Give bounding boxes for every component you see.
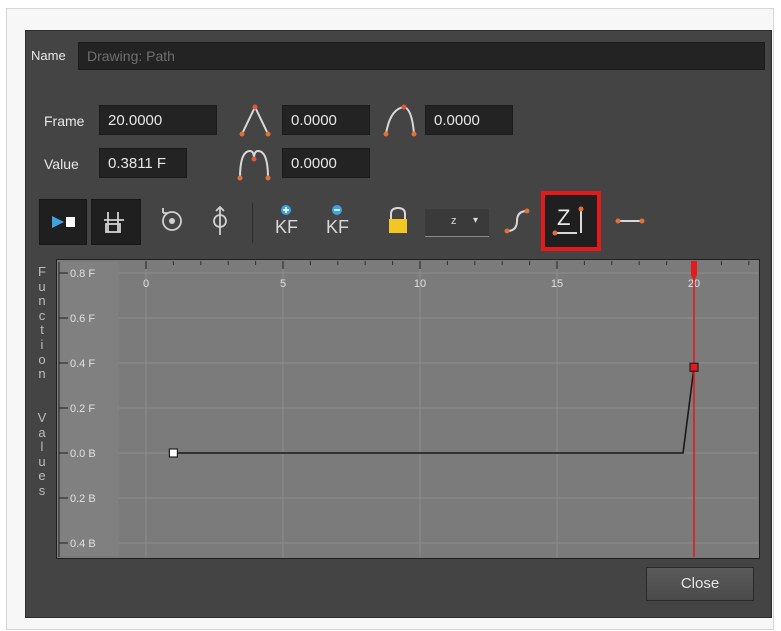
constant-segment-icon: Z	[552, 205, 584, 236]
function-values-label: Function Values	[37, 264, 47, 498]
bezier-button[interactable]	[499, 199, 535, 245]
ease-in-icon	[238, 101, 272, 142]
name-label: Name	[31, 48, 66, 63]
y-tick-label: 0.4 B	[70, 538, 96, 550]
waypoint-button[interactable]	[91, 199, 141, 245]
ease-in-field[interactable]: 0.0000	[282, 105, 370, 135]
value-label: Value	[44, 156, 79, 172]
continuity-field[interactable]: 0.0000	[282, 148, 370, 178]
function-editor-dialog: Name Drawing: Path Frame 20.0000 0.0000 …	[25, 30, 772, 618]
linear-button[interactable]	[610, 199, 650, 245]
lock-icon	[389, 206, 407, 233]
add-keyframe-button[interactable]: KF	[266, 199, 308, 245]
add-keyframe-label: KF	[275, 217, 299, 237]
x-tick-label: 10	[414, 278, 426, 290]
constant-segment-button[interactable]: Z	[541, 191, 601, 251]
rotate-icon	[162, 208, 182, 231]
remove-keyframe-label: KF	[326, 217, 350, 237]
y-tick-label: 0.4 F	[70, 358, 95, 370]
continuity-icon	[236, 145, 272, 186]
frame-label: Frame	[44, 113, 85, 129]
frame-field[interactable]: 20.0000	[99, 105, 217, 135]
constant-segment-glyph: Z	[557, 205, 570, 230]
ease-out-field[interactable]: 0.0000	[425, 105, 513, 135]
x-tick-label: 0	[143, 278, 149, 290]
axis-dropdown[interactable]: z ▾	[425, 209, 489, 237]
x-tick-label: 15	[551, 278, 563, 290]
position-button[interactable]	[200, 199, 240, 245]
y-tick-label: 0.6 F	[70, 313, 95, 325]
remove-keyframe-button[interactable]: KF	[317, 199, 359, 245]
y-tick-label: 0.2 F	[70, 403, 95, 415]
keyframe-current	[689, 362, 699, 372]
play-stop-button[interactable]	[39, 199, 87, 245]
play-stop-icon	[52, 216, 75, 228]
linear-icon	[615, 218, 645, 224]
rotate-button[interactable]	[150, 199, 194, 245]
y-tick-label: 0.2 B	[70, 493, 96, 505]
toolbar-separator	[252, 203, 253, 243]
y-tick-label: 0.8 F	[70, 268, 95, 280]
y-tick-label: 0.0 B	[70, 448, 96, 460]
close-button[interactable]: Close	[646, 567, 754, 601]
name-field: Drawing: Path	[78, 42, 765, 70]
bezier-icon	[504, 208, 530, 234]
lock-button[interactable]	[380, 199, 416, 245]
ease-out-icon	[382, 101, 418, 142]
axis-dropdown-value: z	[451, 215, 457, 227]
keyframe-start	[168, 448, 179, 458]
position-icon	[213, 205, 227, 235]
waypoint-icon	[104, 212, 124, 233]
function-graph[interactable]: 05101520 0.8 F0.6 F0.4 F0.2 F0.0 B0.2 B0…	[56, 259, 760, 559]
chevron-down-icon: ▾	[473, 215, 479, 226]
value-field[interactable]: 0.3811 F	[99, 148, 187, 178]
x-tick-label: 5	[280, 278, 286, 290]
